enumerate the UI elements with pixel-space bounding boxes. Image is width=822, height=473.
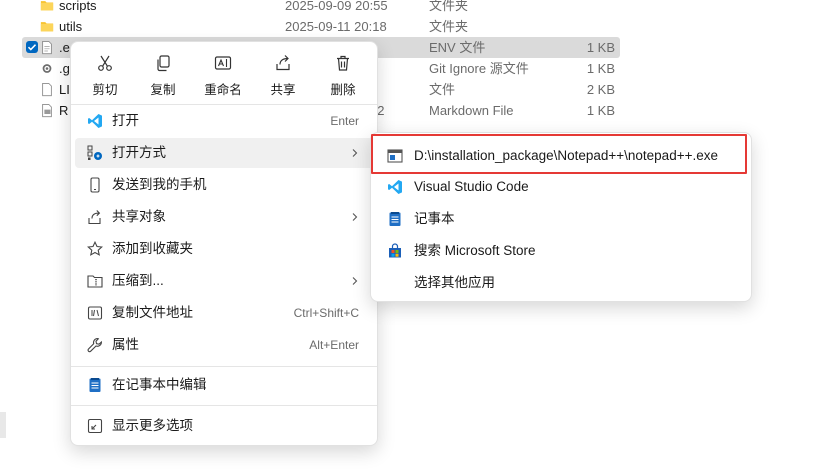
menu-item-add-to-favorites[interactable]: 添加到收藏夹 [75, 234, 373, 264]
selected-checkbox[interactable] [26, 41, 38, 53]
zip-folder-icon [87, 275, 103, 288]
file-type: Markdown File [429, 103, 514, 118]
menu-item-compress-to[interactable]: 压缩到... [75, 266, 373, 296]
menu-item-label: 在记事本中编辑 [112, 377, 207, 392]
open-with-icon [87, 145, 102, 160]
quick-action-bar: 剪切 复制 重命名 共享 删除 [71, 42, 377, 102]
file-type: 文件 [429, 82, 456, 97]
cut-button[interactable]: 剪切 [82, 48, 128, 98]
settings-file-icon [42, 64, 52, 73]
file-size: 1 KB [586, 40, 615, 55]
check-icon [27, 44, 37, 51]
menu-item-label: 打开 [112, 113, 139, 128]
chevron-right-icon [352, 213, 358, 221]
trash-icon [337, 55, 349, 71]
store-icon [389, 243, 401, 258]
menu-item-label: 打开方式 [112, 145, 166, 160]
share-label: 共享 [270, 83, 296, 97]
phone-icon [90, 177, 100, 193]
submenu-item-vscode[interactable]: Visual Studio Code [373, 172, 749, 202]
menu-item-share-with[interactable]: 共享对象 [75, 202, 373, 232]
menu-item-label: 添加到收藏夹 [112, 241, 193, 256]
menu-item-label: 属性 [112, 337, 139, 352]
file-row-scripts[interactable]: scripts 2025-09-09 20:55 文件夹 [22, 0, 620, 16]
cut-label: 剪切 [92, 83, 118, 97]
chevron-right-icon [352, 277, 358, 285]
markdown-file-icon [42, 103, 52, 118]
file-name: utils [59, 19, 83, 34]
menu-item-open[interactable]: 打开 Enter [75, 106, 373, 136]
menu-separator [71, 405, 377, 406]
file-size: 1 KB [586, 103, 615, 118]
delete-label: 删除 [330, 83, 356, 97]
wrench-icon [87, 337, 102, 353]
file-row-utils[interactable]: utils 2025-09-11 20:18 文件夹 [22, 16, 620, 37]
menu-separator [71, 104, 377, 105]
file-type: 文件夹 [429, 0, 469, 13]
file-size: 2 KB [586, 82, 615, 97]
vscode-icon [88, 114, 102, 128]
menu-item-edit-in-notepad[interactable]: 在记事本中编辑 [75, 370, 373, 400]
copy-label: 复制 [150, 83, 176, 97]
menu-item-label: 复制文件地址 [112, 305, 193, 320]
submenu-item-notepad[interactable]: 记事本 [373, 204, 749, 234]
submenu-item-label: 选择其他应用 [414, 275, 495, 290]
file-type: ENV 文件 [429, 40, 486, 55]
menu-item-send-to-phone[interactable]: 发送到我的手机 [75, 170, 373, 200]
file-name: scripts [59, 0, 97, 13]
file-icon [42, 40, 52, 55]
menu-item-copy-path[interactable]: 复制文件地址 Ctrl+Shift+C [75, 298, 373, 328]
menu-item-label: 显示更多选项 [112, 418, 193, 433]
more-options-icon [87, 418, 103, 434]
menu-item-label: 共享对象 [112, 209, 166, 224]
submenu-item-choose-another-app[interactable]: 选择其他应用 [373, 268, 749, 298]
menu-item-show-more-options[interactable]: 显示更多选项 [75, 411, 373, 441]
delete-button[interactable]: 删除 [320, 48, 366, 98]
menu-item-properties[interactable]: 属性 Alt+Enter [75, 330, 373, 360]
file-icon [42, 82, 52, 97]
submenu-item-store[interactable]: 搜索 Microsoft Store [373, 236, 749, 266]
share-icon [88, 210, 101, 225]
notepad-icon [389, 212, 401, 226]
menu-item-label: 发送到我的手机 [112, 177, 207, 192]
share-button[interactable]: 共享 [260, 48, 306, 98]
file-type: 文件夹 [429, 19, 469, 34]
scissors-icon [98, 55, 112, 71]
submenu-item-label: Visual Studio Code [414, 179, 529, 194]
copy-path-icon [87, 306, 103, 320]
highlight-annotation-box [371, 134, 747, 174]
submenu-item-label: 搜索 Microsoft Store [414, 243, 536, 258]
copy-icon [157, 55, 170, 72]
file-date: 2025-09-09 20:55 [285, 0, 388, 13]
star-icon [87, 241, 103, 256]
file-date: 2025-09-11 20:18 [285, 19, 387, 34]
shortcut-text: Ctrl+Shift+C [293, 306, 359, 320]
menu-separator [71, 366, 377, 367]
file-type: Git Ignore 源文件 [429, 61, 529, 76]
folder-icon [40, 1, 54, 11]
scrollbar-edge[interactable] [0, 412, 6, 438]
menu-item-label: 压缩到... [112, 273, 164, 288]
rename-icon [214, 56, 232, 70]
share-icon [276, 55, 290, 71]
chevron-right-icon [352, 149, 358, 157]
file-size: 1 KB [586, 61, 615, 76]
shortcut-text: Alt+Enter [309, 338, 359, 352]
rename-button[interactable]: 重命名 [200, 48, 246, 98]
submenu-item-label: 记事本 [414, 211, 455, 226]
rename-label: 重命名 [204, 83, 242, 97]
menu-item-open-with[interactable]: 打开方式 [75, 138, 373, 168]
copy-button[interactable]: 复制 [140, 48, 186, 98]
notepad-icon [89, 378, 101, 392]
folder-icon [40, 22, 54, 32]
context-menu: 剪切 复制 重命名 共享 删除 打开 Enter 打开方式 发送到我的手机 共享… [70, 41, 378, 446]
vscode-icon [388, 180, 402, 194]
shortcut-text: Enter [330, 114, 359, 128]
